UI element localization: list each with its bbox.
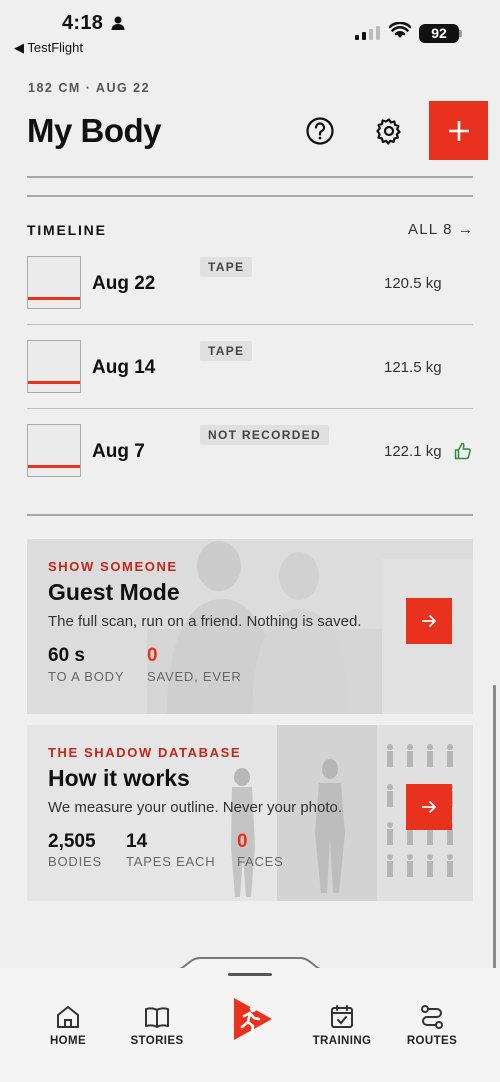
gear-icon [376, 118, 401, 145]
nav-record-button[interactable] [226, 994, 276, 1044]
card-eyebrow: SHOW SOMEONE [48, 559, 178, 574]
person-icon [111, 16, 125, 30]
wifi-icon [389, 22, 411, 38]
timeline-label: TIMELINE [27, 222, 107, 238]
help-button[interactable] [300, 111, 340, 151]
row-weight: 121.5 kg [384, 359, 442, 376]
running-man-icon [234, 998, 272, 1040]
row-weight: 120.5 kg [384, 275, 442, 292]
body-thumbnail [27, 340, 81, 393]
arrow-right-icon [422, 800, 437, 814]
card-description: The full scan, run on a friend. Nothing … [48, 613, 362, 630]
timeline-row[interactable]: Aug 7 NOT RECORDED 122.1 kg [27, 409, 473, 493]
row-date: Aug 14 [92, 357, 156, 378]
nav-label: ROUTES [406, 1035, 458, 1047]
row-date: Aug 22 [92, 273, 156, 294]
page-title: My Body [27, 112, 162, 149]
row-tag: NOT RECORDED [200, 425, 329, 445]
stat-label: TO A BODY [48, 669, 125, 684]
nav-label: TRAINING [312, 1035, 372, 1047]
stat-value: 0 [147, 645, 158, 666]
battery-tip [459, 30, 462, 37]
stat-label: BODIES [48, 854, 102, 869]
timeline-row[interactable]: Aug 14 TAPE 121.5 kg [27, 325, 473, 409]
nav-label: STORIES [130, 1035, 184, 1047]
plus-icon [448, 120, 469, 141]
all-entries-link[interactable]: ALL 8 → [408, 221, 474, 238]
stat-label: TAPES EACH [126, 854, 216, 869]
cellular-signal-icon [355, 26, 380, 40]
stat-value: 14 [126, 831, 148, 852]
nav-routes[interactable]: ROUTES [392, 1003, 472, 1047]
divider [27, 514, 473, 516]
page-subtitle: 182 CM · AUG 22 [28, 81, 151, 95]
thumbs-up-icon [454, 442, 471, 460]
battery-indicator: 92 [419, 24, 459, 43]
add-button[interactable] [429, 101, 488, 160]
nav-label: HOME [49, 1035, 87, 1047]
body-thumbnail [27, 256, 81, 309]
nav-handle [228, 973, 272, 976]
testflight-back-link[interactable]: ◀ TestFlight [14, 40, 83, 56]
divider [27, 195, 473, 197]
stat-label: FACES [237, 854, 284, 869]
how-it-works-arrow-button[interactable] [406, 784, 452, 830]
question-icon [306, 117, 334, 145]
body-thumbnail [27, 424, 81, 477]
shadow-database-card[interactable]: THE SHADOW DATABASE How it works We meas… [27, 725, 473, 901]
card-title: Guest Mode [48, 579, 180, 605]
stat-value: 2,505 [48, 831, 96, 852]
stat-value: 60 s [48, 645, 85, 666]
guest-mode-arrow-button[interactable] [406, 598, 452, 644]
settings-button[interactable] [369, 111, 409, 151]
row-tag: TAPE [200, 341, 253, 361]
stat-label: SAVED, EVER [147, 669, 242, 684]
card-title: How it works [48, 765, 190, 791]
row-date: Aug 7 [92, 441, 145, 462]
arrow-right-icon [422, 614, 437, 628]
stat-value: 0 [237, 831, 248, 852]
status-time: 4:18 [62, 12, 104, 34]
divider [27, 176, 473, 178]
scrollbar[interactable] [493, 685, 496, 970]
book-icon [145, 1007, 169, 1028]
nav-training[interactable]: TRAINING [302, 1003, 382, 1047]
row-weight: 122.1 kg [384, 443, 442, 460]
card-description: We measure your outline. Never your phot… [48, 799, 343, 816]
nav-home[interactable]: HOME [28, 1003, 108, 1047]
calendar-check-icon [331, 1005, 353, 1028]
route-icon [421, 1005, 443, 1029]
guest-mode-card[interactable]: SHOW SOMEONE Guest Mode The full scan, r… [27, 539, 473, 714]
home-icon [57, 1006, 79, 1028]
card-eyebrow: THE SHADOW DATABASE [48, 745, 242, 760]
nav-stories[interactable]: STORIES [117, 1003, 197, 1047]
timeline-row[interactable]: Aug 22 TAPE 120.5 kg [27, 241, 473, 325]
row-tag: TAPE [200, 257, 253, 277]
